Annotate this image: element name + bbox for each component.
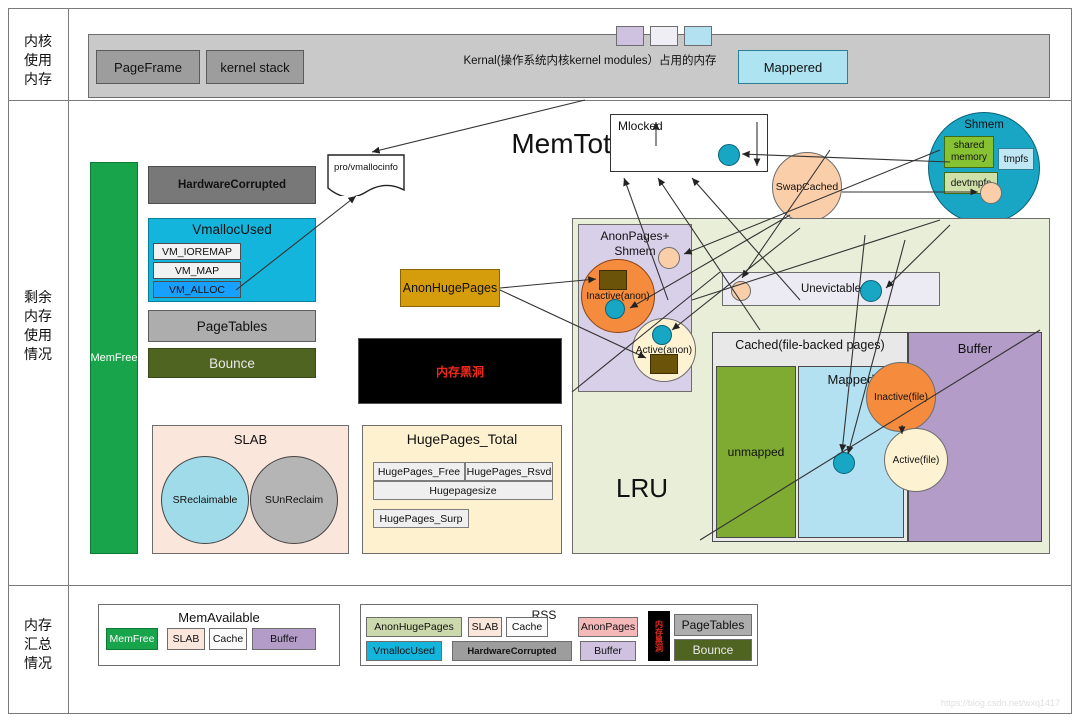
hugepages-rsvd-cell[interactable]: HugePages_Rsvd	[465, 462, 553, 481]
inactive-anon-page-circle	[605, 299, 625, 319]
slab-title: SLAB	[233, 432, 268, 447]
row-divider-1	[8, 100, 1072, 101]
hugepages-free-cell[interactable]: HugePages_Free	[373, 462, 465, 481]
memory-layout-diagram: 内核 使用 内存 剩余 内存 使用 情况 内存 汇总 情况 PageFrame …	[0, 0, 1080, 722]
summary-buffer[interactable]: Buffer	[252, 628, 316, 650]
unevictable-box[interactable]: Unevictable	[722, 272, 940, 306]
sunreclaim-circle[interactable]: SUnReclaim	[250, 456, 338, 544]
summary-cache-rss[interactable]: Cache	[506, 617, 548, 637]
tmpfs-box[interactable]: tmpfs	[998, 148, 1034, 170]
summary-bounce[interactable]: Bounce	[674, 639, 752, 661]
inactive-anon-page-square	[599, 270, 627, 290]
unevictable-blue-circle	[860, 280, 882, 302]
memfree-bar[interactable]: MemFree	[90, 162, 138, 554]
label-column-divider	[68, 8, 69, 714]
active-anon-page-circle	[652, 325, 672, 345]
mlocked-swatch-blue	[684, 26, 712, 46]
summary-cache[interactable]: Cache	[209, 628, 247, 650]
summary-anonpages[interactable]: AnonPages	[578, 617, 638, 637]
buffer-title: Buffer	[957, 341, 993, 356]
row-divider-2	[8, 585, 1072, 586]
row-label-summary: 内存 汇总 情况	[24, 617, 52, 671]
hugepages-total-box: HugePages_Total HugePages_Free HugePages…	[362, 425, 562, 554]
memory-blackhole-box: 内存黑洞	[358, 338, 562, 404]
pagetables-box[interactable]: PageTables	[148, 310, 316, 342]
summary-slab[interactable]: SLAB	[167, 628, 205, 650]
shmem-page-circle	[980, 182, 1002, 204]
mlocked-page-circle	[718, 144, 740, 166]
vmallocinfo-callout[interactable]: pro/vmallocinfo	[327, 154, 405, 198]
anonhugepages-box[interactable]: AnonHugePages	[400, 269, 500, 307]
pageframe-box[interactable]: PageFrame	[96, 50, 200, 84]
shmem-title: Shmem	[964, 119, 1004, 131]
summary-memfree[interactable]: MemFree	[106, 628, 158, 650]
summary-buffer-rss[interactable]: Buffer	[580, 641, 636, 661]
mlocked-swatch-purple	[616, 26, 644, 46]
summary-pagetables[interactable]: PageTables	[674, 614, 752, 636]
inactive-file-circle[interactable]: Inactive(file)	[866, 362, 936, 432]
kernel-stack-box[interactable]: kernel stack	[206, 50, 304, 84]
unevictable-peach-circle	[731, 281, 751, 301]
mlocked-swatch-white	[650, 26, 678, 46]
kernel-description: Kernal(操作系统内核kernel modules）占用的内存	[463, 55, 717, 67]
row-label-kernel: 内核 使用 内存	[24, 33, 52, 87]
mlocked-box: Mlocked	[610, 114, 768, 172]
active-file-circle[interactable]: Active(file)	[884, 428, 948, 492]
vm-map-row[interactable]: VM_MAP	[153, 262, 241, 279]
unmapped-box[interactable]: unmapped	[716, 366, 796, 538]
vmallocinfo-label: pro/vmallocinfo	[334, 162, 398, 173]
sreclaimable-circle[interactable]: SReclaimable	[161, 456, 249, 544]
summary-blackhole: 内存黑洞	[648, 611, 670, 661]
hardwarecorrupted-box[interactable]: HardwareCorrupted	[148, 166, 316, 204]
row-label-remaining: 剩余 内存 使用 情况	[24, 289, 52, 362]
hugepages-surp-cell[interactable]: HugePages_Surp	[373, 509, 469, 528]
cached-title: Cached(file-backed pages)	[735, 338, 885, 352]
vmallocinfo-shape	[327, 154, 405, 198]
shared-memory-box[interactable]: shared memory	[944, 136, 994, 168]
vm-alloc-row[interactable]: VM_ALLOC	[153, 281, 241, 298]
summary-hardwarecorrupted[interactable]: HardwareCorrupted	[452, 641, 572, 661]
slab-box: SLAB SReclaimable SUnReclaim	[152, 425, 349, 554]
lru-label: LRU	[615, 473, 668, 503]
hugepagesize-cell[interactable]: Hugepagesize	[373, 481, 553, 500]
vmallocused-title: VmallocUsed	[192, 222, 272, 237]
mappered-box[interactable]: Mappered	[738, 50, 848, 84]
anonpages-peach-circle	[658, 247, 680, 269]
swapcached-circle[interactable]: SwapCached	[772, 152, 842, 222]
summary-vmallocused[interactable]: VmallocUsed	[366, 641, 442, 661]
summary-slab-rss[interactable]: SLAB	[468, 617, 502, 637]
watermark: https://blog.csdn.net/wxq1417	[940, 698, 1060, 708]
hugepages-total-title: HugePages_Total	[406, 431, 518, 447]
bounce-box[interactable]: Bounce	[148, 348, 316, 378]
mapped-page-circle	[833, 452, 855, 474]
mlocked-title: Mlocked	[618, 119, 663, 133]
memavailable-title: MemAvailable	[178, 610, 260, 625]
active-anon-page-square	[650, 354, 678, 374]
vmallocused-box[interactable]: VmallocUsed VM_IOREMAP VM_MAP VM_ALLOC	[148, 218, 316, 302]
summary-anonhugepages[interactable]: AnonHugePages	[366, 617, 462, 637]
vm-ioremap-row[interactable]: VM_IOREMAP	[153, 243, 241, 260]
